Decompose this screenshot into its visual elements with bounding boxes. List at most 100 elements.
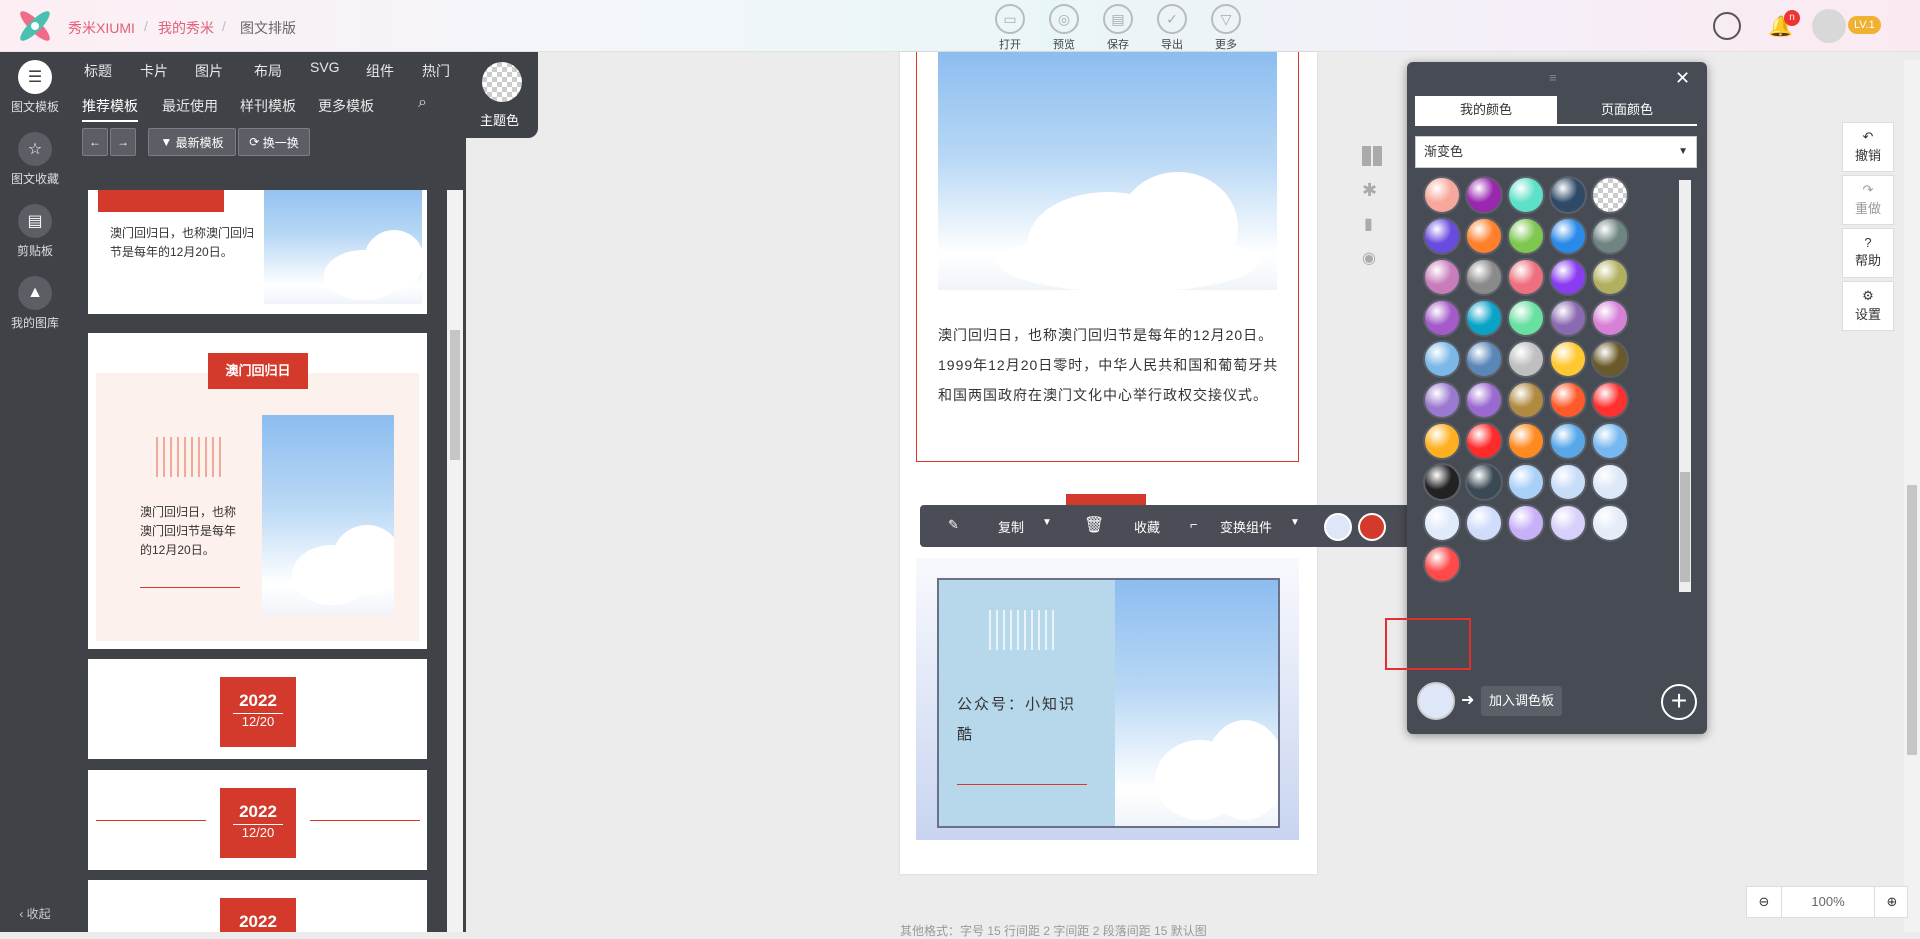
snowflake-icon[interactable]: ✱ <box>1362 180 1377 201</box>
prev-arrow-button[interactable]: ← <box>82 128 108 156</box>
color-swatch-red[interactable] <box>1358 513 1386 541</box>
xiumi-logo[interactable] <box>12 8 58 44</box>
theme-color-panel[interactable]: 主题色 <box>466 52 538 138</box>
zoom-out-icon[interactable]: ⊖ <box>1747 887 1781 917</box>
template-card[interactable]: 2022 12/20 <box>88 770 427 870</box>
color-swatch[interactable] <box>1507 258 1545 296</box>
more-button[interactable]: ▽ 更多 <box>1199 4 1253 52</box>
brush-icon[interactable]: ⌐ <box>1190 517 1198 532</box>
color-swatch[interactable] <box>1549 217 1587 255</box>
color-swatch[interactable] <box>1549 504 1587 542</box>
scrollbar-thumb[interactable] <box>450 330 460 460</box>
subtab-recommended[interactable]: 推荐模板 <box>82 96 138 122</box>
brand-link[interactable]: 秀米XIUMI <box>68 18 135 38</box>
color-swatch[interactable] <box>1423 545 1461 583</box>
color-swatch[interactable] <box>1465 217 1503 255</box>
article-block[interactable]: 澳门回归日，也称澳门回归节是每年的12月20日。1999年12月20日零时，中华… <box>916 52 1299 462</box>
card-block[interactable]: 公众号：小知识酷 <box>916 558 1299 840</box>
sidebar-item-favorites[interactable]: ☆ 图文收藏 <box>0 132 70 187</box>
scrollbar-thumb[interactable] <box>1680 472 1690 582</box>
favorite-button[interactable]: 收藏 <box>1134 517 1160 536</box>
category-svg[interactable]: SVG <box>310 59 340 75</box>
color-swatch[interactable] <box>1591 176 1629 214</box>
drag-handle-icon[interactable]: ≡ <box>1549 70 1557 85</box>
template-card[interactable]: 2022 12/20 <box>88 659 427 759</box>
avatar[interactable] <box>1812 9 1846 43</box>
color-swatch[interactable] <box>1507 176 1545 214</box>
customer-service-icon[interactable] <box>1713 12 1741 40</box>
undo-button[interactable]: ↶ 撤销 <box>1842 122 1894 172</box>
chart-icon[interactable]: ▮ <box>1364 214 1373 234</box>
color-swatch[interactable] <box>1549 340 1587 378</box>
color-swatch[interactable] <box>1591 217 1629 255</box>
sidebar-item-templates[interactable]: ☰ 图文模板 <box>0 60 70 115</box>
color-swatch[interactable] <box>1591 381 1629 419</box>
color-swatch[interactable] <box>1591 299 1629 337</box>
color-swatch[interactable] <box>1465 381 1503 419</box>
search-icon[interactable]: ⌕ <box>418 94 427 112</box>
color-swatch[interactable] <box>1423 258 1461 296</box>
plus-icon[interactable]: + <box>1661 684 1697 720</box>
copy-button[interactable]: 复制 <box>998 517 1024 536</box>
color-swatch[interactable] <box>1423 504 1461 542</box>
color-swatch[interactable] <box>1507 381 1545 419</box>
color-swatch[interactable] <box>1507 340 1545 378</box>
page-scrollbar[interactable] <box>1904 60 1920 932</box>
add-to-palette-button[interactable]: 加入调色板 <box>1481 686 1563 716</box>
color-swatch[interactable] <box>1549 299 1587 337</box>
copy-dropdown-icon[interactable]: ▼ <box>1042 517 1052 528</box>
category-hot[interactable]: 热门 <box>422 61 450 81</box>
color-swatch[interactable] <box>1423 299 1461 337</box>
next-arrow-button[interactable]: → <box>110 128 136 156</box>
color-swatch[interactable] <box>1507 217 1545 255</box>
color-swatch-light[interactable] <box>1324 513 1352 541</box>
color-swatch[interactable] <box>1549 381 1587 419</box>
color-swatch[interactable] <box>1423 381 1461 419</box>
subtab-recent[interactable]: 最近使用 <box>162 96 218 116</box>
color-swatch[interactable] <box>1549 258 1587 296</box>
tab-page-colors[interactable]: 页面颜色 <box>1557 96 1697 124</box>
color-swatch[interactable] <box>1423 340 1461 378</box>
color-swatch[interactable] <box>1549 422 1587 460</box>
breadcrumb-my[interactable]: 我的秀米 <box>158 18 214 38</box>
template-card[interactable]: 澳门回归日 澳门回归日，也称澳门回归节是每年的12月20日。 <box>88 333 427 649</box>
scrollbar-thumb[interactable] <box>1907 485 1917 755</box>
color-swatch[interactable] <box>1465 422 1503 460</box>
sidebar-item-gallery[interactable]: ▲ 我的图库 <box>0 276 70 331</box>
gradient-select[interactable]: 渐变色 ▼ <box>1415 136 1697 168</box>
template-scrollbar[interactable] <box>447 190 463 932</box>
card-text[interactable]: 公众号：小知识酷 <box>957 690 1087 750</box>
pin-icon[interactable]: ✎ <box>948 517 959 533</box>
category-title[interactable]: 标题 <box>84 61 112 81</box>
article-text[interactable]: 澳门回归日，也称澳门回归节是每年的12月20日。1999年12月20日零时，中华… <box>938 320 1280 410</box>
sidebar-item-clipboard[interactable]: ▤ 剪贴板 <box>0 204 70 259</box>
color-swatch[interactable] <box>1507 299 1545 337</box>
export-button[interactable]: ✓ 导出 <box>1145 4 1199 52</box>
redo-button[interactable]: ↷ 重做 <box>1842 175 1894 225</box>
color-swatch[interactable] <box>1549 176 1587 214</box>
tab-my-colors[interactable]: 我的颜色 <box>1415 96 1557 124</box>
transform-dropdown-icon[interactable]: ▼ <box>1290 517 1300 528</box>
open-button[interactable]: ▭ 打开 <box>983 4 1037 52</box>
zoom-in-icon[interactable]: ⊕ <box>1875 887 1909 917</box>
grid-icon[interactable] <box>1362 146 1382 166</box>
palette-scrollbar[interactable] <box>1679 180 1691 592</box>
color-swatch[interactable] <box>1591 422 1629 460</box>
color-swatch[interactable] <box>1465 340 1503 378</box>
theme-color-swatch[interactable] <box>482 62 522 102</box>
preview-button[interactable]: ◎ 预览 <box>1037 4 1091 52</box>
color-swatch[interactable] <box>1591 258 1629 296</box>
switch-button[interactable]: ⟳ 换一换 <box>238 128 310 156</box>
color-swatch[interactable] <box>1423 463 1461 501</box>
category-image[interactable]: 图片 <box>195 61 223 81</box>
trash-icon[interactable]: 🗑 <box>1084 515 1104 535</box>
subtab-more[interactable]: 更多模板 <box>318 96 374 116</box>
help-button[interactable]: ? 帮助 <box>1842 228 1894 278</box>
color-swatch[interactable] <box>1507 463 1545 501</box>
color-swatch[interactable] <box>1465 176 1503 214</box>
category-component[interactable]: 组件 <box>366 61 394 81</box>
eye-icon[interactable]: ◉ <box>1362 248 1376 268</box>
color-swatch[interactable] <box>1507 504 1545 542</box>
category-layout[interactable]: 布局 <box>254 61 282 81</box>
newest-templates-button[interactable]: ▼ 最新模板 <box>148 128 236 156</box>
